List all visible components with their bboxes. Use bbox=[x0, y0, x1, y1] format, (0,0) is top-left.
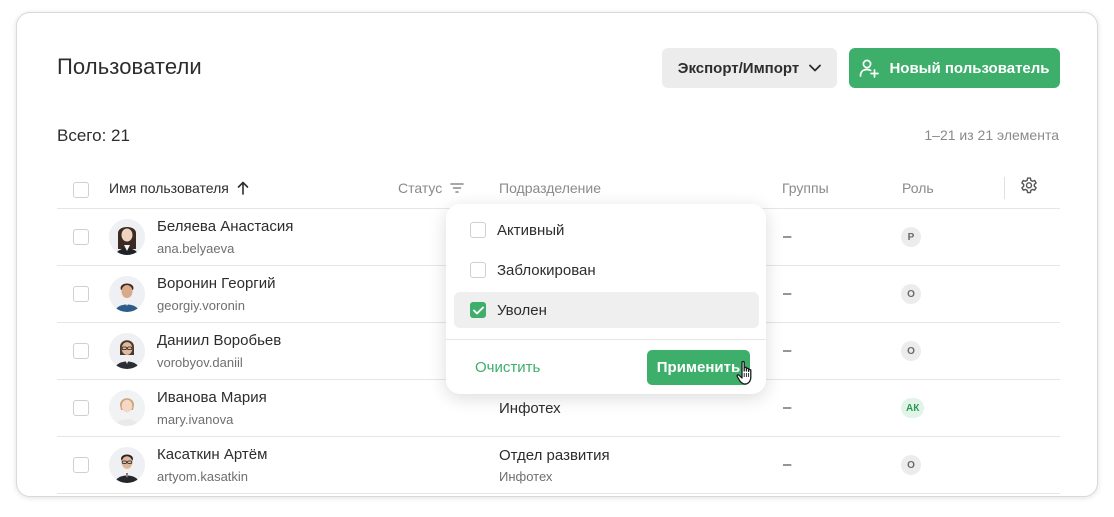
user-name[interactable]: Иванова Мария bbox=[157, 389, 267, 406]
export-import-label: Экспорт/Импорт bbox=[677, 59, 800, 77]
page-title: Пользователи bbox=[57, 54, 202, 79]
avatar bbox=[109, 276, 145, 312]
avatar bbox=[109, 390, 145, 426]
export-import-button[interactable]: Экспорт/Импорт bbox=[662, 48, 837, 88]
avatar bbox=[109, 219, 145, 255]
column-department-label: Подразделение bbox=[499, 180, 602, 196]
status-option-fired[interactable]: Уволен bbox=[454, 292, 759, 328]
option-label: Активный bbox=[497, 221, 565, 239]
groups-value: – bbox=[783, 228, 792, 245]
check-icon bbox=[472, 306, 484, 314]
row-checkbox[interactable] bbox=[73, 457, 89, 473]
groups-value: – bbox=[783, 399, 792, 416]
role-badge: О bbox=[901, 284, 921, 304]
groups-value: – bbox=[783, 285, 792, 302]
select-all-checkbox[interactable] bbox=[73, 182, 89, 198]
chevron-down-icon bbox=[809, 64, 822, 72]
role-badge: Р bbox=[901, 227, 921, 247]
row-checkbox[interactable] bbox=[73, 343, 89, 359]
total-count: Всего: 21 bbox=[57, 126, 130, 145]
department-parent: Инфотех bbox=[499, 469, 553, 484]
new-user-label: Новый пользователь bbox=[889, 59, 1050, 77]
user-name[interactable]: Беляева Анастасия bbox=[157, 218, 293, 235]
role-badge: О bbox=[901, 455, 921, 475]
column-divider bbox=[1004, 177, 1005, 199]
user-login: vorobyov.daniil bbox=[157, 355, 243, 370]
user-login: mary.ivanova bbox=[157, 412, 234, 427]
filter-icon[interactable] bbox=[450, 183, 465, 193]
user-name[interactable]: Касаткин Артём bbox=[157, 446, 267, 463]
groups-value: – bbox=[783, 342, 792, 359]
column-groups-header: Группы bbox=[782, 180, 829, 196]
department-name: Инфотех bbox=[499, 400, 561, 417]
option-label: Заблокирован bbox=[497, 261, 596, 279]
groups-value: – bbox=[783, 456, 792, 473]
avatar bbox=[109, 333, 145, 369]
column-department-header: Подразделение bbox=[499, 180, 601, 196]
column-role-label: Роль bbox=[902, 180, 934, 196]
column-name-header[interactable]: Имя пользователя bbox=[109, 180, 249, 196]
dropdown-divider bbox=[446, 339, 766, 340]
table-row[interactable]: Касаткин Артём artyom.kasatkin Отдел раз… bbox=[57, 437, 1060, 494]
option-checkbox[interactable] bbox=[470, 302, 486, 318]
column-groups-label: Группы bbox=[782, 180, 829, 196]
option-checkbox[interactable] bbox=[470, 262, 486, 278]
user-name[interactable]: Воронин Георгий bbox=[157, 275, 276, 292]
clear-button[interactable]: Очистить bbox=[475, 359, 540, 376]
role-badge: О bbox=[901, 341, 921, 361]
department-name: Отдел развития bbox=[499, 447, 610, 464]
user-name[interactable]: Даниил Воробьев bbox=[157, 332, 281, 349]
user-plus-icon bbox=[860, 59, 880, 78]
user-login: ana.belyaeva bbox=[157, 241, 235, 256]
gear-icon[interactable] bbox=[1019, 176, 1039, 196]
user-login: georgiy.voronin bbox=[157, 298, 245, 313]
apply-button[interactable]: Применить bbox=[647, 350, 750, 385]
column-role-header: Роль bbox=[902, 180, 934, 196]
avatar bbox=[109, 447, 145, 483]
row-checkbox[interactable] bbox=[73, 400, 89, 416]
user-login: artyom.kasatkin bbox=[157, 469, 249, 484]
status-option-active[interactable]: Активный bbox=[454, 212, 759, 248]
option-checkbox[interactable] bbox=[470, 222, 486, 238]
pagination-range: 1–21 из 21 элемента bbox=[924, 127, 1059, 143]
row-checkbox[interactable] bbox=[73, 229, 89, 245]
column-name-label: Имя пользователя bbox=[109, 180, 229, 196]
new-user-button[interactable]: Новый пользователь bbox=[849, 48, 1060, 88]
role-badge: АК bbox=[901, 398, 925, 418]
row-checkbox[interactable] bbox=[73, 286, 89, 302]
hand-pointer-icon bbox=[736, 360, 752, 385]
arrow-up-icon bbox=[237, 181, 249, 195]
option-label: Уволен bbox=[497, 301, 547, 319]
column-status-label: Статус bbox=[398, 180, 443, 196]
status-filter-dropdown: Активный Заблокирован Уволен Очистить Пр… bbox=[446, 204, 766, 394]
column-status-header[interactable]: Статус bbox=[398, 180, 465, 196]
status-option-blocked[interactable]: Заблокирован bbox=[454, 252, 759, 288]
